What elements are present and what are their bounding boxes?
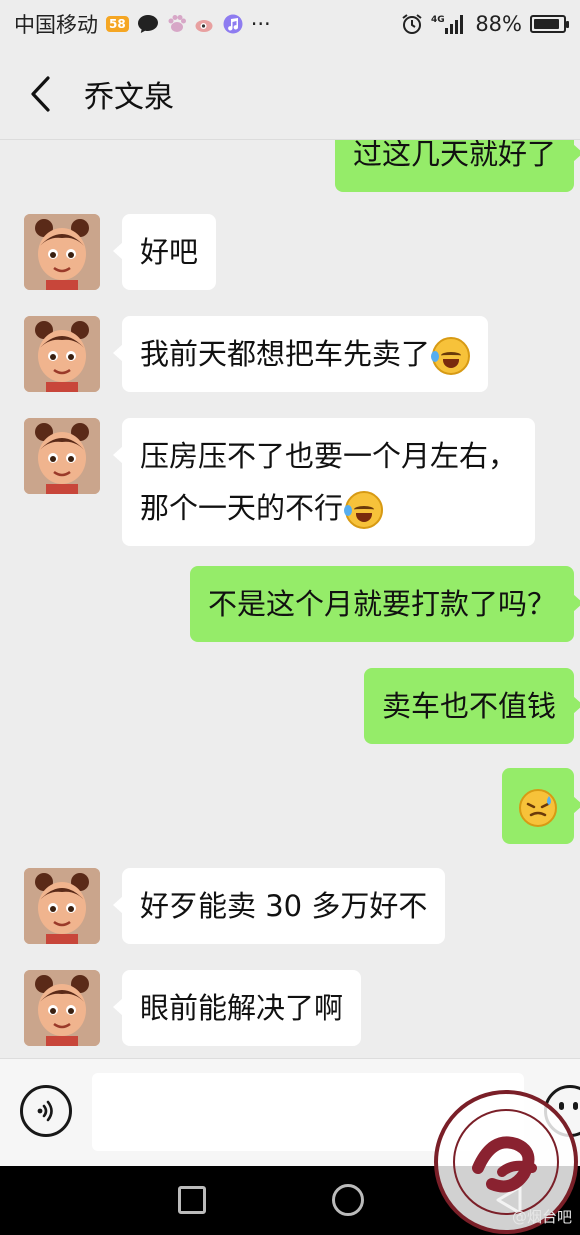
chat-title: 乔文泉 — [84, 79, 174, 115]
crying-laughing-emoji-icon — [431, 337, 471, 375]
contact-avatar[interactable] — [24, 970, 100, 1046]
contact-avatar[interactable] — [24, 868, 100, 944]
alarm-icon — [401, 13, 423, 35]
message-text: 过这几天就好了 — [352, 140, 556, 171]
network-type: 4G — [431, 15, 445, 25]
music-icon — [223, 14, 243, 34]
message-row: 不是这个月就要打款了吗？ — [0, 566, 580, 646]
sweat-smile-emoji-icon — [519, 789, 557, 827]
cartoon-girl-avatar-icon — [24, 970, 100, 1046]
message-row: 好吧 — [0, 214, 580, 294]
chat-notification-icon — [137, 14, 159, 34]
battery-icon — [530, 15, 569, 33]
home-button[interactable] — [332, 1184, 364, 1216]
message-line: 我前天都想把车先卖了 — [140, 329, 471, 379]
voice-input-button[interactable] — [20, 1085, 72, 1137]
chat-header: 乔文泉 — [0, 48, 580, 140]
cartoon-girl-avatar-icon — [24, 214, 100, 290]
emoji-button[interactable] — [544, 1085, 580, 1137]
outgoing-bubble[interactable]: 不是这个月就要打款了吗？ — [189, 566, 580, 642]
message-text: 压房压不了也要一个月左右， — [140, 439, 518, 473]
crying-laughing-emoji-icon — [344, 491, 384, 529]
battery-percent: 88% — [475, 12, 522, 36]
message-list: 过这几天就好了 好吧 我前天都想把车先卖了 压房压不了也要一个月左右， 那个一天… — [0, 140, 580, 1058]
message-row: 压房压不了也要一个月左右， 那个一天的不行 — [0, 418, 580, 546]
message-text: 好歹能卖 30 多万好不 — [140, 889, 428, 923]
weibo-icon — [195, 15, 215, 33]
paw-app-icon — [167, 14, 187, 34]
contact-avatar[interactable] — [24, 214, 100, 290]
message-row: 好歹能卖 30 多万好不 — [0, 868, 580, 948]
message-text: 我前天都想把车先卖了 — [140, 337, 431, 371]
message-row: 卖车也不值钱 — [0, 668, 580, 748]
message-row: 过这几天就好了 — [0, 140, 580, 192]
outgoing-bubble[interactable]: 过这几天就好了 — [334, 140, 580, 192]
incoming-bubble[interactable]: 压房压不了也要一个月左右， 那个一天的不行 — [112, 418, 536, 546]
status-bar: 中国移动 58 ··· 4G 88% — [0, 0, 580, 48]
message-row: 眼前能解决了啊 — [0, 970, 580, 1050]
message-row: 我前天都想把车先卖了 — [0, 316, 580, 396]
more-notifications: ··· — [250, 12, 271, 36]
message-text: 那个一天的不行 — [140, 491, 344, 525]
app-58-icon: 58 — [106, 16, 129, 32]
message-text: 好吧 — [140, 235, 199, 269]
cartoon-girl-avatar-icon — [24, 868, 100, 944]
signal-icon: 4G — [431, 13, 467, 35]
incoming-bubble[interactable]: 好吧 — [112, 214, 217, 290]
outgoing-bubble[interactable] — [502, 768, 580, 844]
cartoon-girl-avatar-icon — [24, 418, 100, 494]
watermark-footer: @烟台吧 — [512, 1208, 573, 1226]
voice-wave-icon — [37, 1100, 53, 1122]
incoming-bubble[interactable]: 眼前能解决了啊 — [112, 970, 362, 1046]
system-navigation-bar — [0, 1166, 580, 1235]
carrier-label: 中国移动 — [14, 13, 98, 37]
composer-bar — [0, 1058, 580, 1166]
contact-avatar[interactable] — [24, 316, 100, 392]
outgoing-bubble[interactable]: 卖车也不值钱 — [363, 668, 580, 744]
message-row — [0, 768, 580, 848]
battery-level — [534, 19, 559, 29]
incoming-bubble[interactable]: 我前天都想把车先卖了 — [112, 316, 489, 392]
back-button[interactable] — [0, 48, 80, 140]
contact-avatar[interactable] — [24, 418, 100, 494]
cartoon-girl-avatar-icon — [24, 316, 100, 392]
back-arrow-icon — [31, 75, 50, 112]
message-line: 那个一天的不行 — [140, 482, 517, 534]
recent-apps-button[interactable] — [178, 1186, 206, 1214]
incoming-bubble[interactable]: 好歹能卖 30 多万好不 — [112, 868, 446, 944]
message-text: 卖车也不值钱 — [381, 689, 556, 723]
message-line — [518, 781, 558, 831]
message-text: 不是这个月就要打款了吗？ — [207, 587, 556, 621]
message-input[interactable] — [92, 1073, 524, 1151]
message-text: 眼前能解决了啊 — [140, 991, 344, 1025]
